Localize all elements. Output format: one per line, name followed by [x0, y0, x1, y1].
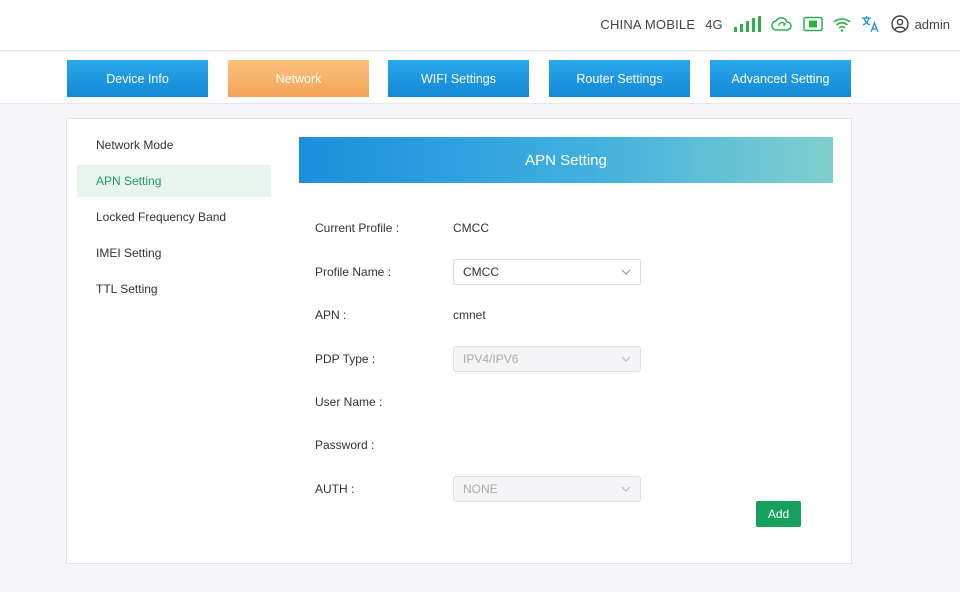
profile-name-row: Profile Name : CMCC: [315, 259, 641, 285]
network-type: 4G: [705, 16, 723, 32]
top-status-bar: CHINA MOBILE 4G admin: [0, 0, 960, 51]
sidebar-item-imei-setting[interactable]: IMEI Setting: [77, 237, 271, 269]
user-name: admin: [914, 16, 950, 32]
sidebar-item-locked-frequency-band[interactable]: Locked Frequency Band: [77, 201, 271, 233]
sidebar-item-apn-setting[interactable]: APN Setting: [77, 165, 271, 197]
current-profile-row: Current Profile : CMCC: [315, 215, 489, 241]
sidebar-item-ttl-setting[interactable]: TTL Setting: [77, 273, 271, 305]
tab-network[interactable]: Network: [228, 60, 369, 97]
chevron-down-icon: [621, 356, 631, 362]
sidebar: Network Mode APN Setting Locked Frequenc…: [77, 129, 271, 309]
translate-icon[interactable]: [861, 14, 881, 34]
tab-advanced-setting[interactable]: Advanced Setting: [710, 60, 851, 97]
pdp-type-selected: IPV4/IPV6: [463, 352, 519, 366]
chevron-down-icon: [621, 269, 631, 275]
form-title: APN Setting: [299, 137, 833, 183]
tab-router-settings[interactable]: Router Settings: [549, 60, 690, 97]
apn-label: APN :: [315, 308, 347, 322]
auth-label: AUTH :: [315, 482, 355, 496]
current-profile-label: Current Profile :: [315, 221, 400, 235]
tab-wifi-settings[interactable]: WIFI Settings: [388, 60, 529, 97]
cloud-sync-icon[interactable]: [770, 14, 793, 34]
password-label: Password :: [315, 438, 375, 452]
pdp-type-select: IPV4/IPV6: [453, 346, 641, 372]
user-name-label: User Name :: [315, 395, 383, 409]
password-row: Password :: [315, 432, 453, 458]
pdp-type-label: PDP Type :: [315, 352, 376, 366]
status-area: CHINA MOBILE 4G admin: [600, 12, 950, 36]
signal-bars-icon: [733, 14, 761, 34]
main-nav: Device Info Network WIFI Settings Router…: [0, 52, 960, 104]
profile-name-select[interactable]: CMCC: [453, 259, 641, 285]
current-profile-value: CMCC: [453, 221, 489, 235]
apn-form: APN Setting Current Profile : CMCC Profi…: [299, 137, 833, 502]
wifi-icon[interactable]: [833, 14, 851, 34]
apn-value: cmnet: [453, 308, 486, 322]
user-name-row: User Name :: [315, 389, 453, 415]
sim-card-icon[interactable]: [802, 14, 823, 34]
auth-row: AUTH : NONE: [315, 476, 641, 502]
auth-select: NONE: [453, 476, 641, 502]
add-button[interactable]: Add: [756, 501, 801, 527]
profile-name-label: Profile Name :: [315, 265, 392, 279]
carrier-name: CHINA MOBILE: [600, 16, 696, 32]
apn-row: APN : cmnet: [315, 302, 486, 328]
sidebar-item-network-mode[interactable]: Network Mode: [77, 129, 271, 161]
content-panel: Network Mode APN Setting Locked Frequenc…: [66, 118, 852, 564]
auth-selected: NONE: [463, 482, 498, 496]
tab-device-info[interactable]: Device Info: [67, 60, 208, 97]
chevron-down-icon: [621, 486, 631, 492]
pdp-type-row: PDP Type : IPV4/IPV6: [315, 346, 641, 372]
user-menu[interactable]: admin: [890, 15, 950, 33]
user-circle-icon: [890, 15, 909, 33]
profile-name-selected: CMCC: [463, 265, 499, 279]
